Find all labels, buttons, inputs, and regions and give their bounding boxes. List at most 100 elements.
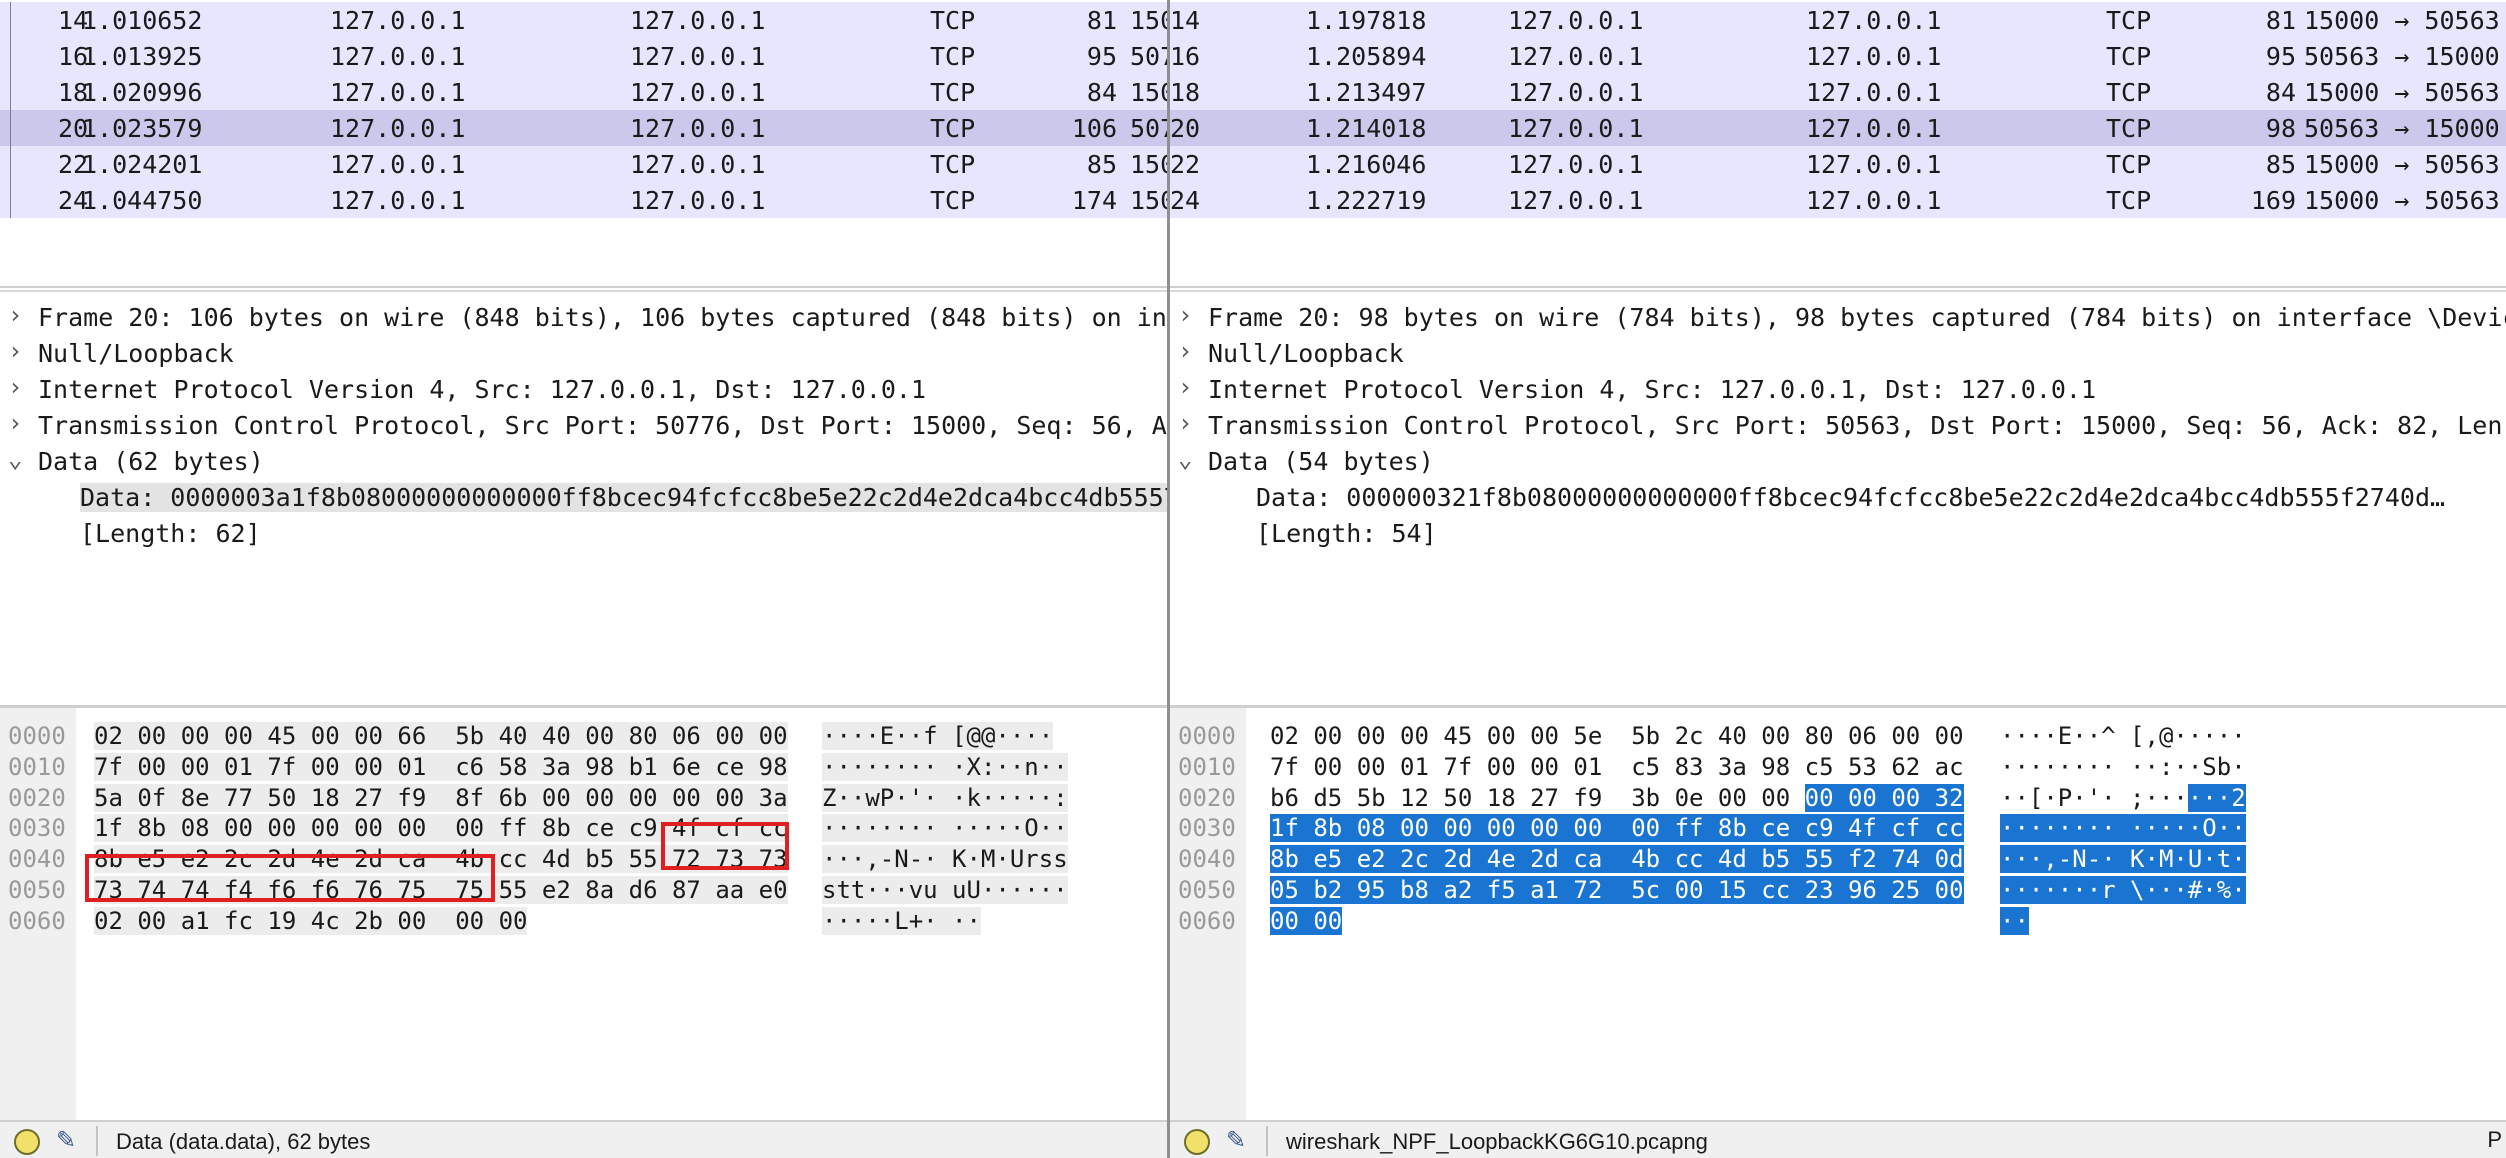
hex-ascii[interactable]: ········ ··:··Sb· (2000, 753, 2246, 781)
detail-row[interactable]: › Null/Loopback (0, 336, 1167, 372)
hex-ascii[interactable]: ···,-N-· K·M·Urss (822, 845, 1068, 874)
hex-ascii[interactable]: ········ ·····O·· (2000, 814, 2246, 843)
hex-ascii-selected: ·······r \···#·%· (2000, 876, 2246, 904)
detail-row[interactable]: › Frame 20: 98 bytes on wire (784 bits), … (1170, 300, 2506, 336)
cell-info: 15000 → 50776 (1130, 6, 1167, 35)
packet-bytes[interactable]: 0000 02 00 00 00 45 00 00 5e 5b 2c 40 00 … (1170, 705, 2506, 1123)
cell-time: 1.216046 (1306, 150, 1427, 179)
hex-bytes-selected: 00 00 (1270, 906, 1343, 935)
hex-ascii-plain: ····E··^ [,@····· (2000, 722, 2246, 750)
hex-bytes[interactable]: 1f 8b 08 00 00 00 00 00 00 ff 8b ce c9 4… (1270, 814, 1964, 843)
hex-ascii[interactable]: ····E··^ [,@····· (2000, 722, 2246, 750)
packet-row[interactable]: 201.023579127.0.0.1127.0.0.1TCP10650776 … (0, 110, 1167, 146)
detail-row[interactable]: [Length: 54] (1170, 516, 2506, 552)
packet-list[interactable]: 14 1.197818 127.0.0.1 127.0.0.1 TCP 81 15000 →… (1170, 0, 2506, 288)
hex-row: 0060 00 00 ·· (1170, 906, 2506, 938)
cell-info: 50776 → 15000 (1130, 114, 1167, 143)
hex-offset: 0060 (1178, 906, 1236, 935)
hex-ascii[interactable]: ····E··f [@@···· (822, 722, 1054, 750)
edit-comment-icon[interactable]: ✎ (56, 1126, 76, 1155)
expert-info-icon[interactable] (14, 1129, 40, 1155)
collapsed-arrow-icon[interactable]: › (1178, 409, 1192, 437)
cell-len: 85 (1086, 150, 1117, 179)
detail-row[interactable]: › Internet Protocol Version 4, Src: 127.0… (1170, 372, 2506, 408)
detail-row[interactable]: › Null/Loopback (1170, 336, 2506, 372)
detail-text: [Length: 62] (80, 519, 261, 548)
packet-bytes[interactable]: 0000 02 00 00 00 45 00 00 66 5b 40 40 00 … (0, 705, 1167, 1123)
detail-row[interactable]: › Transmission Control Protocol, Src Port… (0, 408, 1167, 444)
detail-row[interactable]: ⌄ Data (54 bytes) (1170, 444, 2506, 480)
packet-row[interactable]: 161.013925127.0.0.1127.0.0.1TCP9550776 →… (0, 38, 1167, 74)
cell-len: 84 (1086, 78, 1117, 107)
hex-ascii[interactable]: ········ ·X:··n·· (822, 752, 1068, 781)
hex-ascii[interactable]: ·· (2000, 906, 2029, 935)
detail-row[interactable]: › Transmission Control Protocol, Src Port… (1170, 408, 2506, 444)
collapsed-arrow-icon[interactable]: › (8, 301, 22, 329)
left-wireshark-window: 141.010652127.0.0.1127.0.0.1TCP8115000 →… (0, 0, 1167, 1158)
hex-bytes[interactable]: 05 b2 95 b8 a2 f5 a1 72 5c 00 15 cc 23 9… (1270, 876, 1964, 904)
packet-details[interactable]: › Frame 20: 98 bytes on wire (784 bits), … (1170, 290, 2506, 707)
detail-text: Data (54 bytes) (1208, 447, 1434, 476)
hex-ascii[interactable]: Z··wP·'· ·k·····: (822, 783, 1068, 812)
collapsed-arrow-icon[interactable]: › (1178, 373, 1192, 401)
packet-row[interactable]: 141.010652127.0.0.1127.0.0.1TCP8115000 →… (0, 2, 1167, 38)
hex-ascii[interactable]: ···,-N-· K·M·U·t· (2000, 845, 2246, 874)
hex-ascii[interactable]: stt···vu uU······ (822, 876, 1068, 904)
hex-bytes[interactable]: 7f 00 00 01 7f 00 00 01 c6 58 3a 98 b1 6… (94, 752, 788, 781)
expanded-arrow-icon[interactable]: ⌄ (1178, 445, 1192, 473)
expert-info-icon[interactable] (1184, 1129, 1210, 1155)
expanded-arrow-icon[interactable]: ⌄ (8, 445, 22, 473)
cell-dst: 127.0.0.1 (630, 42, 766, 71)
hex-bytes[interactable]: 8b e5 e2 2c 2d 4e 2d ca 4b cc 4d b5 55 f… (1270, 845, 1964, 874)
packet-row[interactable]: 241.044750127.0.0.1127.0.0.1TCP17415000 … (0, 182, 1167, 218)
hex-bytes[interactable]: 00 00 (1270, 906, 1343, 935)
edit-comment-icon[interactable]: ✎ (1226, 1126, 1246, 1155)
hex-bytes[interactable]: 02 00 00 00 45 00 00 5e 5b 2c 40 00 80 0… (1270, 722, 1964, 750)
detail-row[interactable]: › Frame 20: 106 bytes on wire (848 bits),… (0, 300, 1167, 336)
collapsed-arrow-icon[interactable]: › (1178, 301, 1192, 329)
cell-info: 15000 → 50563 (2304, 78, 2500, 107)
packet-row[interactable]: 20 1.214018 127.0.0.1 127.0.0.1 TCP 98 50563 →… (1170, 110, 2506, 146)
collapsed-arrow-icon[interactable]: › (1178, 337, 1192, 365)
cell-len: 169 (2250, 186, 2296, 215)
detail-row[interactable]: Data: 0000003a1f8b08000000000000ff8bcec9… (0, 480, 1167, 516)
hex-ascii-plain: ··[·P·'· ;··· (2000, 783, 2188, 812)
cell-dst: 127.0.0.1 (630, 6, 766, 35)
hex-bytes[interactable]: 02 00 00 00 45 00 00 66 5b 40 40 00 80 0… (94, 722, 788, 750)
packet-row[interactable]: 221.024201127.0.0.1127.0.0.1TCP8515000 →… (0, 146, 1167, 182)
hex-bytes-selected: 1f 8b 08 00 00 00 00 00 00 ff 8b ce c9 4… (1270, 814, 1964, 843)
detail-text: Data (62 bytes) (38, 447, 264, 476)
packet-details[interactable]: › Frame 20: 106 bytes on wire (848 bits),… (0, 290, 1167, 707)
cell-proto: TCP (2106, 114, 2152, 143)
collapsed-arrow-icon[interactable]: › (8, 337, 22, 365)
detail-row[interactable]: › Internet Protocol Version 4, Src: 127.0… (0, 372, 1167, 408)
cell-src: 127.0.0.1 (1508, 42, 1644, 71)
detail-row[interactable]: ⌄ Data (62 bytes) (0, 444, 1167, 480)
packet-row[interactable]: 18 1.213497 127.0.0.1 127.0.0.1 TCP 84 15000 →… (1170, 74, 2506, 110)
hex-ascii[interactable]: ··[·P·'· ;······2 (2000, 783, 2246, 812)
detail-row[interactable]: [Length: 62] (0, 516, 1167, 552)
detail-row[interactable]: Data: 000000321f8b08000000000000ff8bcec9… (1170, 480, 2506, 516)
packet-row[interactable]: 24 1.222719 127.0.0.1 127.0.0.1 TCP 169 15000 … (1170, 182, 2506, 218)
hex-row: 0020 b6 d5 5b 12 50 18 27 f9 3b 0e 00 00 … (1170, 783, 2506, 815)
packet-row[interactable]: 14 1.197818 127.0.0.1 127.0.0.1 TCP 81 15000 →… (1170, 2, 2506, 38)
cell-proto: TCP (930, 150, 976, 179)
hex-ascii[interactable]: ·····L+· ·· (822, 906, 981, 935)
hex-ascii[interactable]: ·······r \···#·%· (2000, 876, 2246, 904)
hex-offset: 0000 (8, 722, 66, 750)
packet-list[interactable]: 141.010652127.0.0.1127.0.0.1TCP8115000 →… (0, 0, 1167, 288)
hex-ascii[interactable]: ········ ·····O·· (822, 814, 1068, 843)
packet-row[interactable]: 22 1.216046 127.0.0.1 127.0.0.1 TCP 85 15000 →… (1170, 146, 2506, 182)
hex-bytes[interactable]: 7f 00 00 01 7f 00 00 01 c5 83 3a 98 c5 5… (1270, 753, 1964, 781)
packet-row[interactable]: 181.020996127.0.0.1127.0.0.1TCP8415000 →… (0, 74, 1167, 110)
cell-info: 15000 → 50563 (2304, 150, 2500, 179)
hex-bytes[interactable]: 5a 0f 8e 77 50 18 27 f9 8f 6b 00 00 00 0… (94, 783, 788, 812)
cell-dst: 127.0.0.1 (1806, 42, 1942, 71)
hex-offset: 0050 (1178, 876, 1236, 904)
packet-row[interactable]: 16 1.205894 127.0.0.1 127.0.0.1 TCP 95 50563 →… (1170, 38, 2506, 74)
hex-bytes[interactable]: b6 d5 5b 12 50 18 27 f9 3b 0e 00 00 00 0… (1270, 783, 1964, 812)
hex-row: 0030 1f 8b 08 00 00 00 00 00 00 ff 8b ce … (1170, 814, 2506, 845)
collapsed-arrow-icon[interactable]: › (8, 373, 22, 401)
collapsed-arrow-icon[interactable]: › (8, 409, 22, 437)
hex-bytes[interactable]: 02 00 a1 fc 19 4c 2b 00 00 00 (94, 906, 528, 935)
